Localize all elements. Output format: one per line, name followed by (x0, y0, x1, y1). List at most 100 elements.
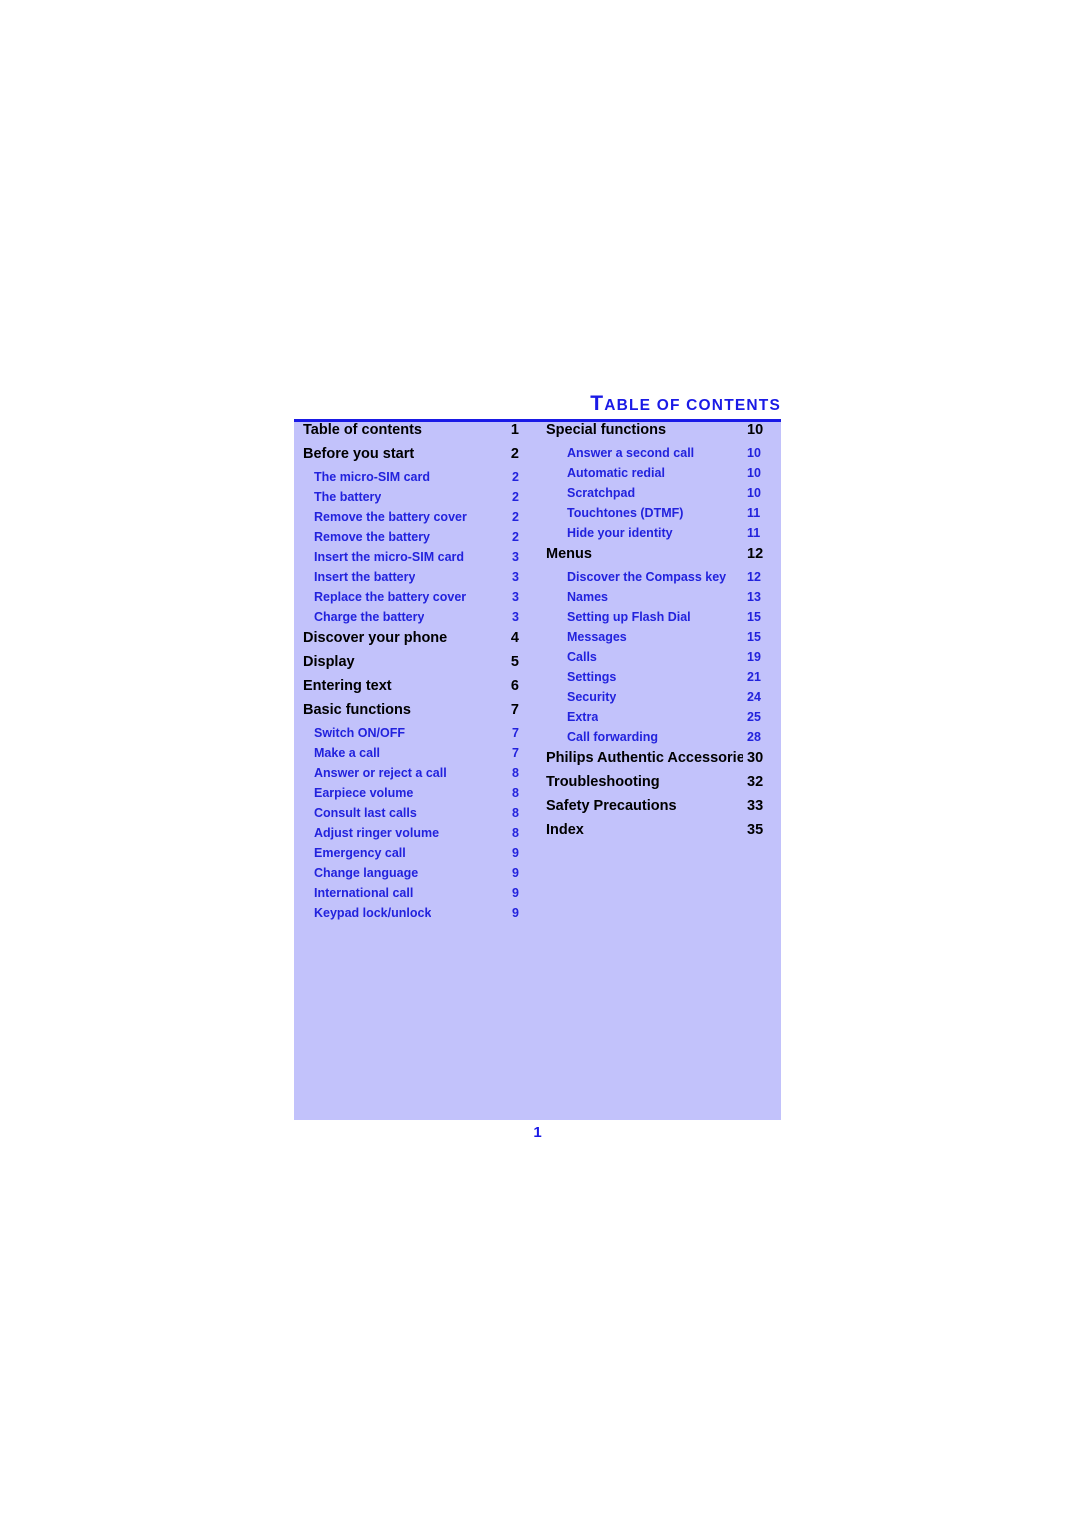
toc-entry-label: Names (567, 590, 608, 604)
toc-entry-page-number: 9 (512, 866, 519, 880)
toc-entry-page-number: 32 (747, 774, 764, 790)
toc-entry-label: Settings (567, 670, 617, 684)
toc-entry-change-language[interactable]: Change language 9 (294, 866, 537, 886)
toc-entry-label: Insert the battery (314, 570, 416, 584)
toc-left-column: Table of contents 1 Before you start 2 The m… (294, 422, 537, 926)
toc-entry-page-number: 9 (512, 906, 519, 920)
toc-entry-menus[interactable]: Menus 12 (537, 546, 781, 570)
toc-entry-page-number: 2 (512, 530, 519, 544)
toc-entry-setting-up-flash-dial[interactable]: Setting up Flash Dial 15 (537, 610, 781, 630)
toc-entry-consult-last-calls[interactable]: Consult last calls 8 (294, 806, 537, 826)
toc-entry-calls[interactable]: Calls 19 (537, 650, 781, 670)
toc-entry-international-call[interactable]: International call 9 (294, 886, 537, 906)
toc-entry-emergency-call[interactable]: Emergency call 9 (294, 846, 537, 866)
toc-entry-page-number: 7 (512, 746, 519, 760)
toc-entry-label: The battery (314, 490, 382, 504)
toc-entry-label: Scratchpad (567, 486, 636, 500)
toc-entry-page-number: 3 (512, 570, 519, 584)
toc-entry-discover-the-compass-key[interactable]: Discover the Compass key 12 (537, 570, 781, 590)
toc-entry-page-number: 24 (747, 690, 761, 704)
toc-entry-answer-or-reject-a-call[interactable]: Answer or reject a call 8 (294, 766, 537, 786)
toc-entry-label: Switch ON/OFF (314, 726, 405, 740)
toc-entry-insert-the-micro-sim-card[interactable]: Insert the micro-SIM card 3 (294, 550, 537, 570)
toc-entry-label: Make a call (314, 746, 381, 760)
toc-entry-page-number: 13 (747, 590, 761, 604)
toc-entry-troubleshooting[interactable]: Troubleshooting 32 (537, 774, 781, 798)
footer-page-number: 1 (533, 1124, 542, 1141)
toc-entry-extra[interactable]: Extra 25 (537, 710, 781, 730)
toc-entry-label: Before you start (303, 446, 415, 462)
toc-entry-page-number: 10 (747, 466, 761, 480)
toc-entry-touchtones-dtmf[interactable]: Touchtones (DTMF) 11 (537, 506, 781, 526)
toc-entry-page-number: 35 (747, 822, 764, 838)
toc-entry-label: Keypad lock/unlock (314, 906, 432, 920)
toc-entry-automatic-redial[interactable]: Automatic redial 10 (537, 466, 781, 486)
toc-entry-label: Remove the battery (314, 530, 431, 544)
toc-entry-call-forwarding[interactable]: Call forwarding 28 (537, 730, 781, 750)
toc-entry-label: Index (546, 822, 584, 838)
toc-entry-label: Security (567, 690, 617, 704)
toc-entry-page-number: 2 (512, 510, 519, 524)
toc-entry-basic-functions[interactable]: Basic functions 7 (294, 702, 537, 726)
page-title-initial: T (590, 392, 605, 415)
toc-entry-insert-the-battery[interactable]: Insert the battery 3 (294, 570, 537, 590)
toc-entry-special-functions[interactable]: Special functions 10 (537, 422, 781, 446)
toc-entry-label: Philips Authentic Accessories (546, 750, 743, 766)
toc-entry-page-number: 9 (512, 846, 519, 860)
page-title: TABLE OF CONTENTS (294, 392, 781, 418)
toc-entry-page-number: 2 (510, 446, 519, 462)
toc-entry-display[interactable]: Display 5 (294, 654, 537, 678)
toc-entry-label: Remove the battery cover (314, 510, 467, 524)
toc-entry-hide-your-identity[interactable]: Hide your identity 11 (537, 526, 781, 546)
toc-entry-answer-a-second-call[interactable]: Answer a second call 10 (537, 446, 781, 466)
toc-entry-entering-text[interactable]: Entering text 6 (294, 678, 537, 702)
toc-entry-page-number: 25 (747, 710, 761, 724)
toc-entry-label: Insert the micro-SIM card (314, 550, 465, 564)
toc-entry-page-number: 12 (747, 570, 761, 584)
toc-entry-label: Discover the Compass key (567, 570, 727, 584)
toc-entry-before-you-start[interactable]: Before you start 2 (294, 446, 537, 470)
toc-entry-earpiece-volume[interactable]: Earpiece volume 8 (294, 786, 537, 806)
toc-entry-messages[interactable]: Messages 15 (537, 630, 781, 650)
toc-entry-page-number: 30 (747, 750, 764, 766)
toc-entry-the-battery[interactable]: The battery 2 (294, 490, 537, 510)
toc-entry-page-number: 28 (747, 730, 761, 744)
toc-entry-label: Display (303, 654, 355, 670)
document-page: TABLE OF CONTENTS Table of contents 1 Befo… (0, 0, 1080, 1528)
toc-entry-make-a-call[interactable]: Make a call 7 (294, 746, 537, 766)
toc-entry-charge-the-battery[interactable]: Charge the battery 3 (294, 610, 537, 630)
toc-entry-page-number: 9 (512, 886, 519, 900)
toc-entry-the-micro-sim-card[interactable]: The micro-SIM card 2 (294, 470, 537, 490)
toc-entry-index[interactable]: Index 35 (537, 822, 781, 846)
toc-entry-label: Menus (546, 546, 592, 562)
toc-entry-security[interactable]: Security 24 (537, 690, 781, 710)
toc-entry-table-of-contents[interactable]: Table of contents 1 (294, 422, 537, 446)
toc-entry-settings[interactable]: Settings 21 (537, 670, 781, 690)
toc-entry-page-number: 5 (510, 654, 519, 670)
toc-entry-page-number: 8 (512, 806, 519, 820)
toc-entry-adjust-ringer-volume[interactable]: Adjust ringer volume 8 (294, 826, 537, 846)
toc-entry-page-number: 7 (512, 726, 519, 740)
toc-entry-keypad-lock-unlock[interactable]: Keypad lock/unlock 9 (294, 906, 537, 926)
toc-entry-label: Change language (314, 866, 419, 880)
toc-entry-label: Adjust ringer volume (314, 826, 440, 840)
toc-entry-page-number: 21 (747, 670, 761, 684)
toc-entry-remove-the-battery-cover[interactable]: Remove the battery cover 2 (294, 510, 537, 530)
toc-entry-label: Hide your identity (567, 526, 673, 540)
toc-entry-replace-the-battery-cover[interactable]: Replace the battery cover 3 (294, 590, 537, 610)
toc-entry-label: Call forwarding (567, 730, 658, 744)
toc-entry-page-number: 2 (512, 490, 519, 504)
toc-entry-remove-the-battery[interactable]: Remove the battery 2 (294, 530, 537, 550)
toc-entry-page-number: 1 (510, 422, 519, 438)
toc-entry-label: Automatic redial (567, 466, 665, 480)
toc-entry-names[interactable]: Names 13 (537, 590, 781, 610)
toc-entry-page-number: 10 (747, 446, 761, 460)
toc-entry-page-number: 15 (747, 630, 761, 644)
toc-entry-label: International call (314, 886, 414, 900)
toc-entry-philips-authentic-accessories[interactable]: Philips Authentic Accessories 30 (537, 750, 781, 774)
toc-entry-page-number: 3 (512, 610, 519, 624)
toc-entry-discover-your-phone[interactable]: Discover your phone 4 (294, 630, 537, 654)
toc-entry-switch-on-off[interactable]: Switch ON/OFF 7 (294, 726, 537, 746)
toc-entry-scratchpad[interactable]: Scratchpad 10 (537, 486, 781, 506)
toc-entry-safety-precautions[interactable]: Safety Precautions 33 (537, 798, 781, 822)
